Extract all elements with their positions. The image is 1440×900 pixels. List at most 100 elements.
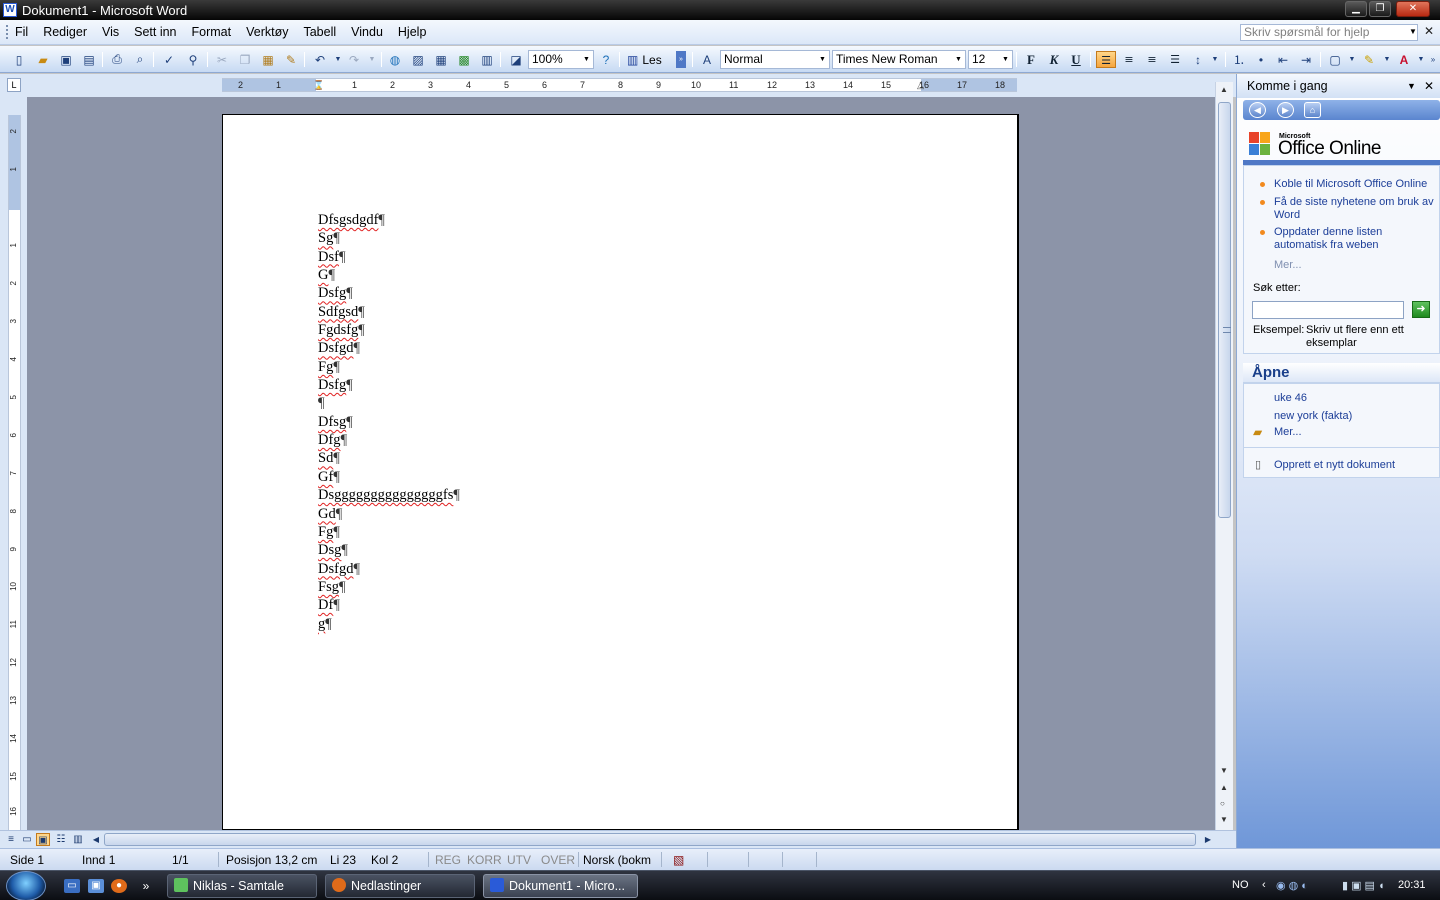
document-page[interactable]: Dfsgsdgdf¶ Sg¶ Dsf¶ G¶ Dsfg¶ Sdfgsd¶ Fgdsfg¶ Ds… (222, 114, 1019, 830)
document-line[interactable]: Df¶ (318, 596, 460, 614)
search-go-button[interactable]: ➜ (1412, 301, 1430, 318)
document-line[interactable]: Sg¶ (318, 229, 460, 247)
size-dropdown-icon[interactable]: ▼ (1000, 52, 1011, 67)
justify-button[interactable]: ☰ (1165, 51, 1185, 68)
save-icon[interactable]: ▣ (57, 51, 75, 68)
research-icon[interactable]: ⚲ (184, 51, 202, 68)
tables-borders-icon[interactable]: ▨ (409, 51, 427, 68)
search-input[interactable] (1252, 301, 1404, 319)
link-update-list[interactable]: Oppdater denne listen automatisk fra web… (1274, 226, 1414, 252)
vertical-ruler[interactable]: 2 1 1 2 3 4 5 6 7 8 9 10 11 12 13 14 15 … (8, 115, 21, 830)
task-pane-menu-icon[interactable]: ▼ (1407, 74, 1416, 98)
document-line[interactable]: Sdfgsd¶ (318, 303, 460, 321)
browse-object-icon[interactable]: ○ (1220, 799, 1225, 808)
recent-file-uke-46[interactable]: uke 46 (1274, 392, 1307, 405)
previous-page-icon[interactable]: ▲ (1220, 783, 1228, 792)
document-line[interactable]: Fsg¶ (318, 578, 460, 596)
highlight-icon[interactable]: ✎ (1360, 51, 1378, 68)
zoom-dropdown-icon[interactable]: ▼ (581, 52, 592, 67)
document-line[interactable]: G¶ (318, 266, 460, 284)
scroll-down-icon[interactable]: ▼ (1220, 766, 1228, 775)
tray-expand-icon[interactable]: ‹ (1262, 879, 1266, 891)
document-line[interactable]: Dfg¶ (318, 431, 460, 449)
toolbar-more-icon[interactable]: » (1428, 51, 1438, 68)
firefox-icon[interactable]: ● (111, 879, 127, 893)
redo-icon[interactable]: ↷ (345, 51, 363, 68)
task-dokument1[interactable]: Dokument1 - Micro... (483, 874, 638, 898)
print-layout-icon[interactable]: ▣ (36, 833, 50, 846)
task-pane-close-icon[interactable]: ✕ (1424, 74, 1434, 98)
link-new-document[interactable]: Opprett et nytt dokument (1274, 459, 1395, 472)
toolbar-options-icon[interactable]: » (676, 51, 686, 68)
document-line[interactable]: Dsgggggggggggggggfs¶ (318, 486, 460, 504)
restore-button[interactable]: ❐ (1369, 1, 1391, 17)
bold-button[interactable]: F (1021, 51, 1041, 68)
horizontal-scroll-thumb[interactable] (104, 833, 1196, 846)
help-icon[interactable]: ? (597, 51, 615, 68)
close-document-icon[interactable]: ✕ (1424, 24, 1434, 38)
new-document-icon[interactable]: ▯ (10, 51, 28, 68)
document-line[interactable]: Dfsg¶ (318, 413, 460, 431)
tray-icons[interactable]: ◉ ◍ ◐ (1276, 879, 1308, 892)
document-line[interactable]: Dfsgsdgdf¶ (318, 211, 460, 229)
document-line[interactable]: Dsfgd¶ (318, 560, 460, 578)
status-ext[interactable]: UTV (507, 853, 531, 867)
read-button[interactable]: ▥ Les (627, 51, 677, 68)
redo-dropdown-icon[interactable]: ▼ (363, 51, 381, 68)
permission-icon[interactable]: ▤ (80, 51, 98, 68)
menu-grip[interactable] (6, 25, 9, 39)
scroll-up-icon[interactable]: ▲ (1220, 85, 1228, 94)
columns-icon[interactable]: ▥ (478, 51, 496, 68)
line-spacing-dropdown-icon[interactable]: ▼ (1206, 51, 1224, 68)
style-select[interactable]: Normal ▼ (720, 50, 830, 69)
menu-sett-inn[interactable]: Sett inn (134, 25, 176, 39)
align-left-button[interactable]: ☰ (1096, 51, 1116, 68)
switch-windows-icon[interactable]: ▣ (88, 879, 104, 893)
document-line[interactable]: Dsfg¶ (318, 284, 460, 302)
document-line[interactable]: ¶ (318, 394, 460, 412)
status-trk[interactable]: KORR (467, 853, 502, 867)
increase-indent-icon[interactable]: ⇥ (1297, 51, 1315, 68)
document-line[interactable]: Sd¶ (318, 449, 460, 467)
document-body[interactable]: Dfsgsdgdf¶ Sg¶ Dsf¶ G¶ Dsfg¶ Sdfgsd¶ Fgdsfg¶ Ds… (318, 211, 460, 633)
tray-system-icons[interactable]: ▮ ▣ ▤ ◖ (1342, 879, 1385, 892)
decrease-indent-icon[interactable]: ⇤ (1274, 51, 1292, 68)
task-niklas-samtale[interactable]: Niklas - Samtale (167, 874, 317, 898)
styles-formatting-icon[interactable]: A (698, 51, 716, 68)
reading-view-icon[interactable]: ▥ (71, 833, 85, 846)
menu-vis[interactable]: Vis (102, 25, 119, 39)
document-line[interactable]: Fgdsfg¶ (318, 321, 460, 339)
vertical-scroll-thumb[interactable] (1218, 102, 1231, 518)
outline-view-icon[interactable]: ☷ (54, 833, 68, 846)
document-line[interactable]: Dsg¶ (318, 541, 460, 559)
zoom-select[interactable]: 100% ▼ (528, 50, 594, 69)
insert-table-icon[interactable]: ▦ (432, 51, 450, 68)
document-line[interactable]: Dsfg¶ (318, 376, 460, 394)
vertical-scrollbar[interactable]: ▲ ▼ ▲ ○ ▼ (1215, 82, 1233, 830)
clock[interactable]: 20:31 (1398, 879, 1426, 891)
scroll-right-icon[interactable]: ▶ (1201, 833, 1215, 846)
document-line[interactable]: Fg¶ (318, 358, 460, 376)
help-search-input[interactable]: Skriv spørsmål for hjelp (1240, 24, 1418, 41)
scroll-left-icon[interactable]: ◀ (89, 833, 103, 846)
insert-excel-icon[interactable]: ▩ (455, 51, 473, 68)
first-line-indent-marker[interactable]: ⌛ (313, 79, 324, 91)
document-line[interactable]: g¶ (318, 615, 460, 633)
horizontal-ruler[interactable]: 2 1 1 2 3 4 5 6 7 8 9 10 11 12 13 14 15 … (222, 78, 1017, 92)
undo-icon[interactable]: ↶ (311, 51, 329, 68)
style-dropdown-icon[interactable]: ▼ (817, 52, 828, 67)
font-color-icon[interactable]: A (1395, 51, 1413, 68)
minimize-button[interactable]: ▁ (1345, 1, 1367, 17)
align-right-button[interactable]: ≡ (1142, 51, 1162, 68)
font-select[interactable]: Times New Roman ▼ (832, 50, 966, 69)
align-center-button[interactable]: ≡ (1119, 51, 1139, 68)
link-latest-news[interactable]: Få de siste nyhetene om bruk av Word (1274, 196, 1439, 222)
font-dropdown-icon[interactable]: ▼ (953, 52, 964, 67)
menu-verktoy[interactable]: Verktøy (246, 25, 288, 39)
menu-tabell[interactable]: Tabell (303, 25, 336, 39)
font-size-select[interactable]: 12 ▼ (968, 50, 1013, 69)
menu-format[interactable]: Format (192, 25, 232, 39)
tab-selector[interactable]: L (7, 78, 21, 92)
document-line[interactable]: Gf¶ (318, 468, 460, 486)
paste-icon[interactable]: ▦ (259, 51, 277, 68)
